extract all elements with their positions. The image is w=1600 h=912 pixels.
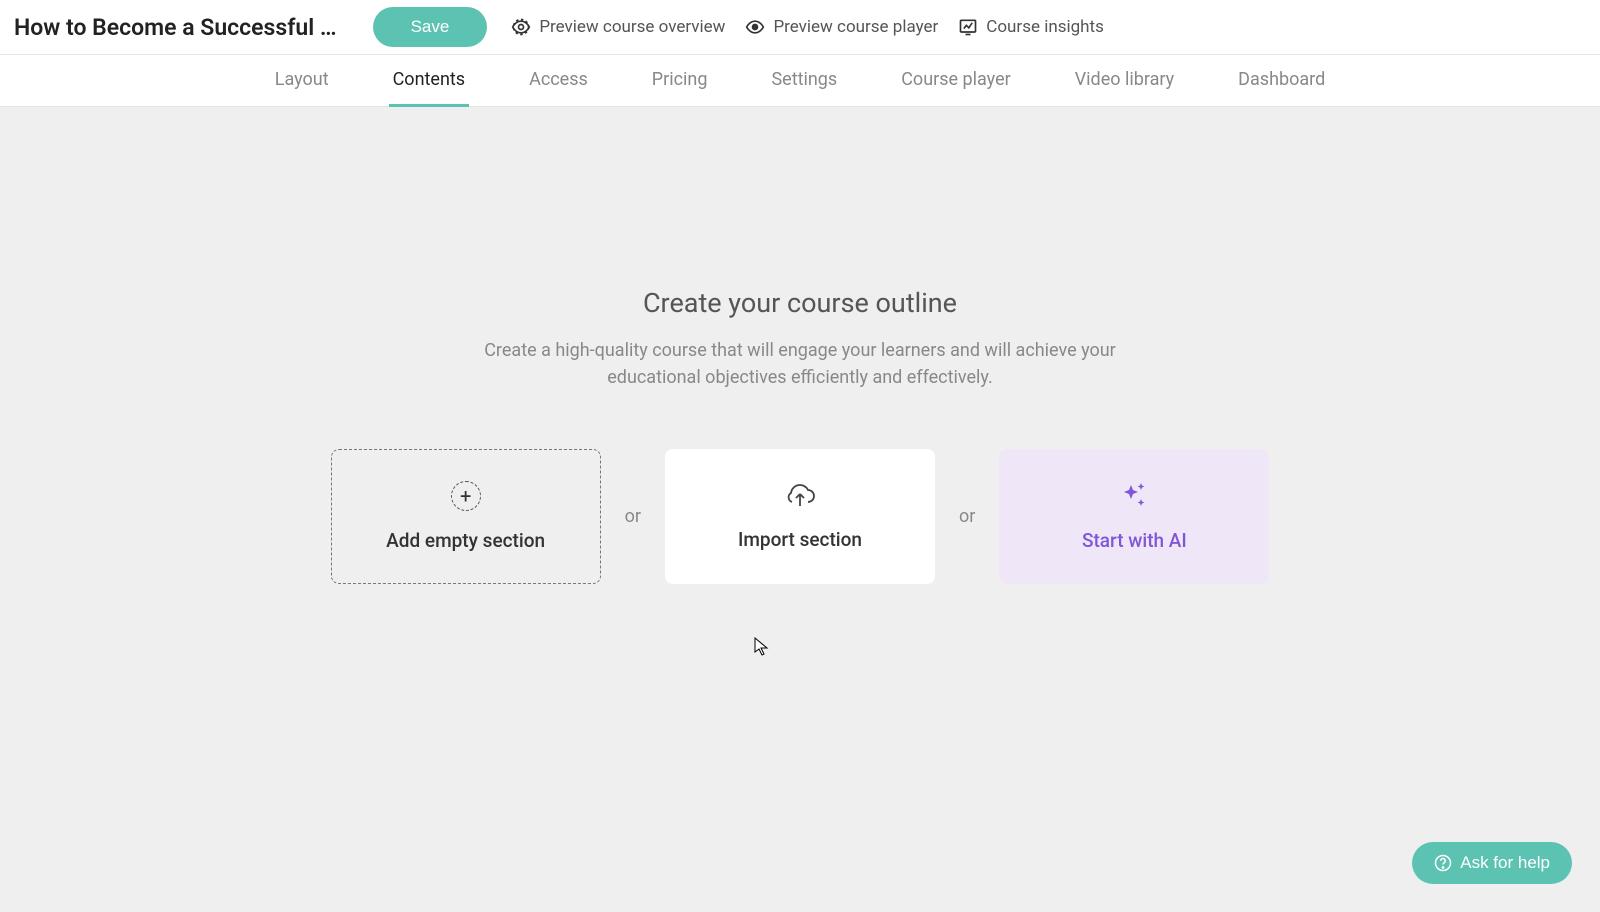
import-section-label: Import section: [738, 528, 862, 551]
tab-settings[interactable]: Settings: [767, 55, 841, 107]
course-title: How to Become a Successful …: [14, 14, 337, 41]
add-empty-section-card[interactable]: + Add empty section: [331, 449, 601, 584]
cursor-icon: [754, 637, 770, 657]
or-separator: or: [625, 506, 641, 527]
tab-contents[interactable]: Contents: [389, 55, 469, 107]
course-insights-label: Course insights: [986, 17, 1104, 37]
tab-video-library[interactable]: Video library: [1071, 55, 1178, 107]
tab-layout[interactable]: Layout: [271, 55, 333, 107]
cloud-upload-icon: [784, 482, 816, 510]
preview-overview-link[interactable]: Preview course overview: [511, 17, 725, 37]
start-ai-label: Start with AI: [1082, 529, 1187, 552]
preview-overview-label: Preview course overview: [539, 17, 725, 37]
or-separator: or: [959, 506, 975, 527]
main-content: Create your course outline Create a high…: [0, 107, 1600, 584]
top-bar: How to Become a Successful … Save Previe…: [0, 0, 1600, 55]
tab-dashboard[interactable]: Dashboard: [1234, 55, 1329, 107]
tab-course-player[interactable]: Course player: [897, 55, 1015, 107]
tab-pricing[interactable]: Pricing: [648, 55, 712, 107]
course-insights-link[interactable]: Course insights: [958, 17, 1104, 37]
ask-for-help-label: Ask for help: [1460, 853, 1550, 873]
tab-access[interactable]: Access: [525, 55, 592, 107]
preview-player-link[interactable]: Preview course player: [745, 17, 938, 37]
tabs-bar: Layout Contents Access Pricing Settings …: [0, 55, 1600, 107]
save-button[interactable]: Save: [373, 7, 488, 47]
eye-target-icon: [511, 17, 531, 37]
main-subtext: Create a high-quality course that will e…: [480, 337, 1120, 391]
import-section-card[interactable]: Import section: [665, 449, 935, 584]
start-with-ai-card[interactable]: Start with AI: [999, 449, 1269, 584]
add-empty-label: Add empty section: [386, 529, 545, 552]
chart-icon: [958, 17, 978, 37]
header-links: Preview course overview Preview course p…: [511, 17, 1104, 37]
ask-for-help-button[interactable]: Ask for help: [1412, 842, 1572, 884]
plus-icon: +: [451, 481, 481, 511]
option-row: + Add empty section or Import section or…: [0, 449, 1600, 584]
main-heading: Create your course outline: [0, 287, 1600, 319]
eye-icon: [745, 17, 765, 37]
sparkles-icon: [1119, 481, 1149, 511]
preview-player-label: Preview course player: [773, 17, 938, 37]
help-icon: [1434, 854, 1452, 872]
